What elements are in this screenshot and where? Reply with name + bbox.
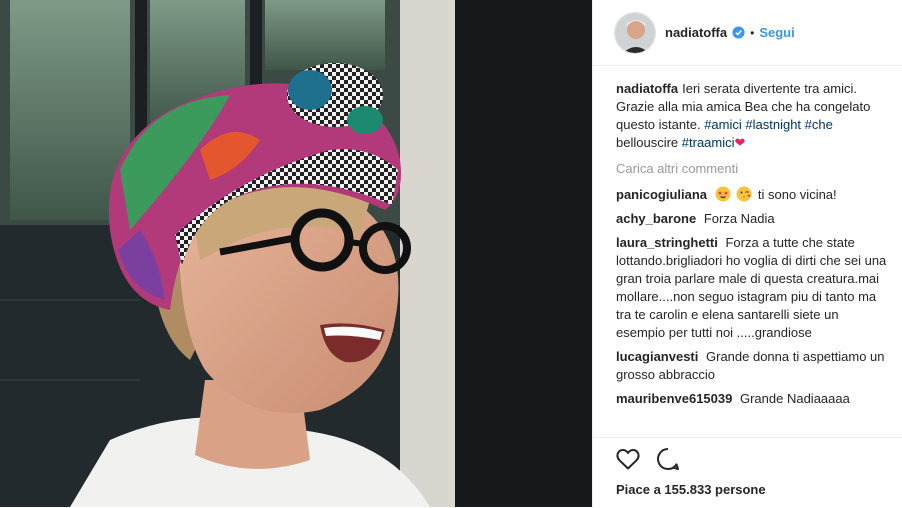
- heart-emoji: ❤: [734, 135, 746, 150]
- avatar-image: [615, 12, 655, 53]
- kiss-emoji-icon: [736, 186, 752, 202]
- post-side-panel: nadiatoffa • Segui nadiatoffa Ieri serata…: [592, 0, 902, 507]
- separator-dot: •: [750, 25, 755, 40]
- comment-username[interactable]: achy_barone: [616, 211, 696, 226]
- action-icons: [593, 438, 902, 472]
- post-photo[interactable]: [0, 0, 592, 507]
- comment-username[interactable]: lucagianvesti: [616, 349, 698, 364]
- hashtag-che[interactable]: #che: [805, 117, 833, 132]
- verified-badge-icon: [732, 26, 745, 39]
- follow-button[interactable]: Segui: [759, 25, 794, 40]
- hashtag-traamici[interactable]: #traamici: [682, 135, 735, 150]
- instagram-post: nadiatoffa • Segui nadiatoffa Ieri serata…: [0, 0, 902, 507]
- comment-text: Forza Nadia: [703, 211, 775, 226]
- woman-with-turban-photo: [0, 0, 592, 507]
- comment: lucagianvesti Grande donna ti aspettiamo…: [616, 348, 888, 384]
- heart-outline-icon: [616, 449, 640, 470]
- comment-button[interactable]: [655, 446, 681, 472]
- comment: laura_stringhetti Forza a tutte che stat…: [616, 234, 888, 342]
- post-header: nadiatoffa • Segui: [593, 0, 902, 66]
- comment-text: ti sono vicina!: [757, 187, 837, 202]
- caption-word: bellouscire: [616, 135, 679, 150]
- like-button[interactable]: [615, 446, 641, 472]
- load-more-comments[interactable]: Carica altri commenti: [616, 160, 888, 178]
- hashtag-lastnight[interactable]: #lastnight: [745, 117, 801, 132]
- comment: mauribenve615039 Grande Nadiaaaaa: [616, 390, 888, 408]
- comment-bubble-icon: [657, 448, 679, 471]
- comment-text: Grande Nadiaaaaa: [739, 391, 850, 406]
- star-eyes-emoji-icon: [715, 186, 731, 202]
- likes-count[interactable]: Piace a 155.833 persone: [616, 482, 766, 497]
- comment-text: Forza a tutte che state lottando.briglia…: [616, 235, 887, 340]
- hashtag-amici[interactable]: #amici: [704, 117, 742, 132]
- caption-username[interactable]: nadiatoffa: [616, 81, 678, 96]
- comment: panicogiuliana ti sono vicina!: [616, 186, 888, 204]
- comment: achy_barone Forza Nadia: [616, 210, 888, 228]
- action-bar: Piace a 155.833 persone: [593, 437, 902, 508]
- comment-username[interactable]: panicogiuliana: [616, 187, 707, 202]
- comments-list: nadiatoffa Ieri serata divertente tra ami…: [616, 80, 888, 414]
- comment-username[interactable]: laura_stringhetti: [616, 235, 718, 250]
- caption: nadiatoffa Ieri serata divertente tra ami…: [616, 80, 888, 152]
- comment-username[interactable]: mauribenve615039: [616, 391, 732, 406]
- avatar[interactable]: [614, 11, 656, 54]
- header-username[interactable]: nadiatoffa: [665, 25, 727, 40]
